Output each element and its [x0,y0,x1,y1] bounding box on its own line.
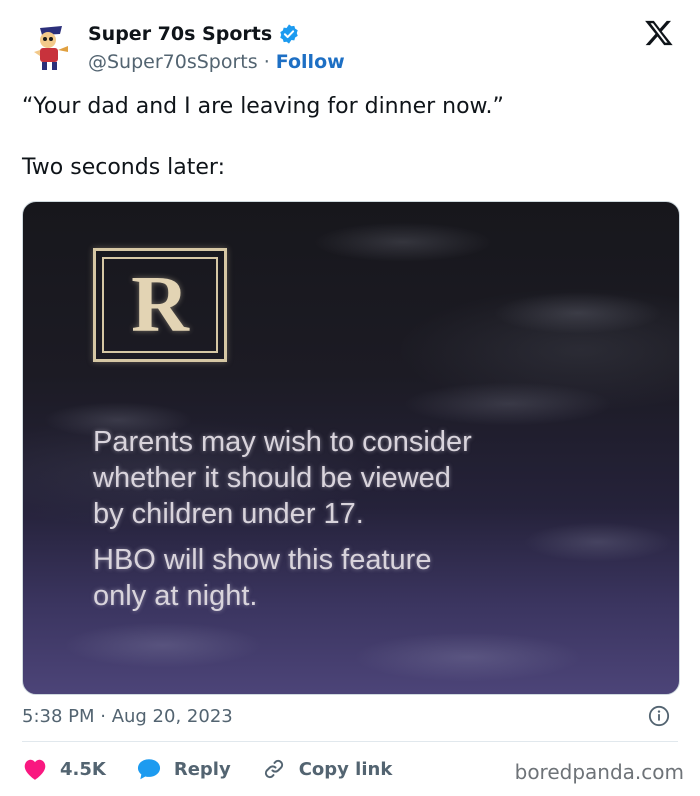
link-icon [264,759,283,779]
info-icon[interactable] [648,705,670,727]
reply-button[interactable]: Reply [136,757,231,781]
speech-bubble-icon [137,759,160,780]
follow-button[interactable]: Follow [276,51,345,73]
like-count: 4.5K [60,758,106,780]
notice-line-3: by children under 17. [93,498,364,530]
x-logo-icon[interactable] [644,18,674,48]
reply-label: Reply [173,758,231,780]
tweet-media-image[interactable]: R Parents may wish to consider whether i… [22,201,680,695]
copy-link-button[interactable]: Copy link [261,757,393,781]
author-handle-row: @Super70sSports · Follow [88,48,345,76]
tweet-timestamp[interactable]: 5:38 PM · Aug 20, 2023 [22,706,233,727]
handle-separator: · [257,51,276,73]
tweet-meta: 5:38 PM · Aug 20, 2023 [22,704,678,730]
tweet-actions: 4.5K Reply Copy link [22,754,422,784]
copy-link-label: Copy link [298,758,393,780]
cartoon-mascot-icon [22,18,78,74]
tweet-header: Super 70s Sports @Super70sSports · Follo… [22,14,682,80]
avatar[interactable] [22,18,78,74]
rating-badge: R [93,248,227,362]
notice-line-4: HBO will show this feature [93,544,432,576]
author-handle[interactable]: @Super70sSports [88,51,258,73]
tweet-text-line2: Two seconds later: [22,155,225,180]
divider [22,741,678,742]
author-display-name-row[interactable]: Super 70s Sports [88,22,345,46]
rating-notice: Parents may wish to consider whether it … [93,424,653,614]
rating-letter: R [131,261,189,349]
notice-line-2: whether it should be viewed [93,462,451,494]
rating-badge-inner: R [102,257,218,353]
tweet-text-line1: “Your dad and I are leaving for dinner n… [22,94,504,119]
verified-badge-icon [280,24,298,44]
notice-line-5: only at night. [93,580,258,612]
author-display-name[interactable]: Super 70s Sports [88,22,272,46]
tweet-text: “Your dad and I are leaving for dinner n… [22,92,672,183]
author-names: Super 70s Sports @Super70sSports · Follo… [88,22,345,76]
heart-icon [24,759,46,780]
like-button[interactable]: 4.5K [22,757,106,781]
notice-line-1: Parents may wish to consider [93,426,472,458]
watermark: boredpanda.com [514,760,684,784]
